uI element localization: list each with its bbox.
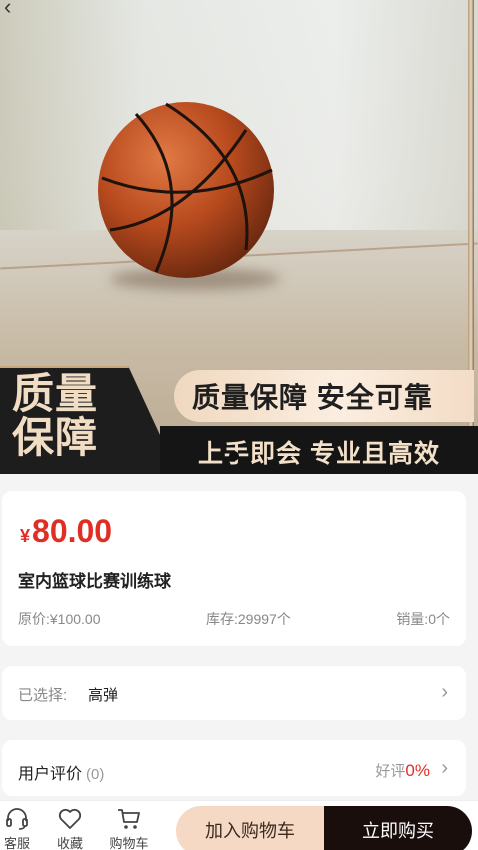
favorite-button[interactable]: 收藏 <box>45 807 95 850</box>
quality-badge-text: 质量保障 <box>12 370 99 461</box>
reviews-count: (0) <box>86 766 105 783</box>
customer-service-button[interactable]: 客服 <box>0 807 42 850</box>
cart-label: 购物车 <box>109 836 149 850</box>
good-rate-label: 好评 <box>375 763 406 780</box>
spec-selector[interactable]: 已选择: 高弹 › <box>2 666 466 720</box>
sales-count: 销量:0个 <box>396 611 450 627</box>
selection-label: 已选择: <box>18 687 68 704</box>
stock-count: 库存:29997个 <box>206 611 291 627</box>
basketball-illustration <box>98 102 274 278</box>
reviews-title: 用户评价 (0) <box>18 760 104 784</box>
service-label: 客服 <box>3 836 30 850</box>
price-value: 80.00 <box>32 513 113 549</box>
buy-now-button[interactable]: 立即购买 <box>324 806 472 850</box>
carousel-indicator-dot[interactable] <box>229 451 239 461</box>
reviews-title-text: 用户评价 <box>18 766 83 783</box>
currency-symbol: ¥ <box>20 526 31 546</box>
headset-icon <box>6 808 28 830</box>
selection-value: 高弹 <box>88 687 119 704</box>
product-price: ¥80.00 <box>20 513 112 550</box>
shopping-cart-icon <box>118 809 140 829</box>
ribbon-top-text: 质量保障 安全可靠 <box>192 382 433 413</box>
product-title: 室内篮球比赛训练球 <box>18 572 171 591</box>
chevron-right-icon: › <box>441 757 448 779</box>
cart-button[interactable]: 购物车 <box>104 807 154 850</box>
favorite-label: 收藏 <box>56 836 83 850</box>
add-to-cart-button[interactable]: 加入购物车 <box>176 806 324 850</box>
original-price: 原价:¥100.00 <box>18 611 101 627</box>
chevron-left-icon[interactable]: ‹ <box>4 0 26 20</box>
chevron-right-icon: › <box>441 681 448 703</box>
heart-icon <box>58 808 82 829</box>
user-reviews-row[interactable]: 用户评价 (0) 好评0% › <box>2 740 466 796</box>
good-rate-value: 0% <box>405 761 430 780</box>
price-card: ¥80.00 室内篮球比赛训练球 原价:¥100.00 库存:29997个 销量… <box>2 491 466 646</box>
good-rate: 好评0% <box>375 760 430 781</box>
